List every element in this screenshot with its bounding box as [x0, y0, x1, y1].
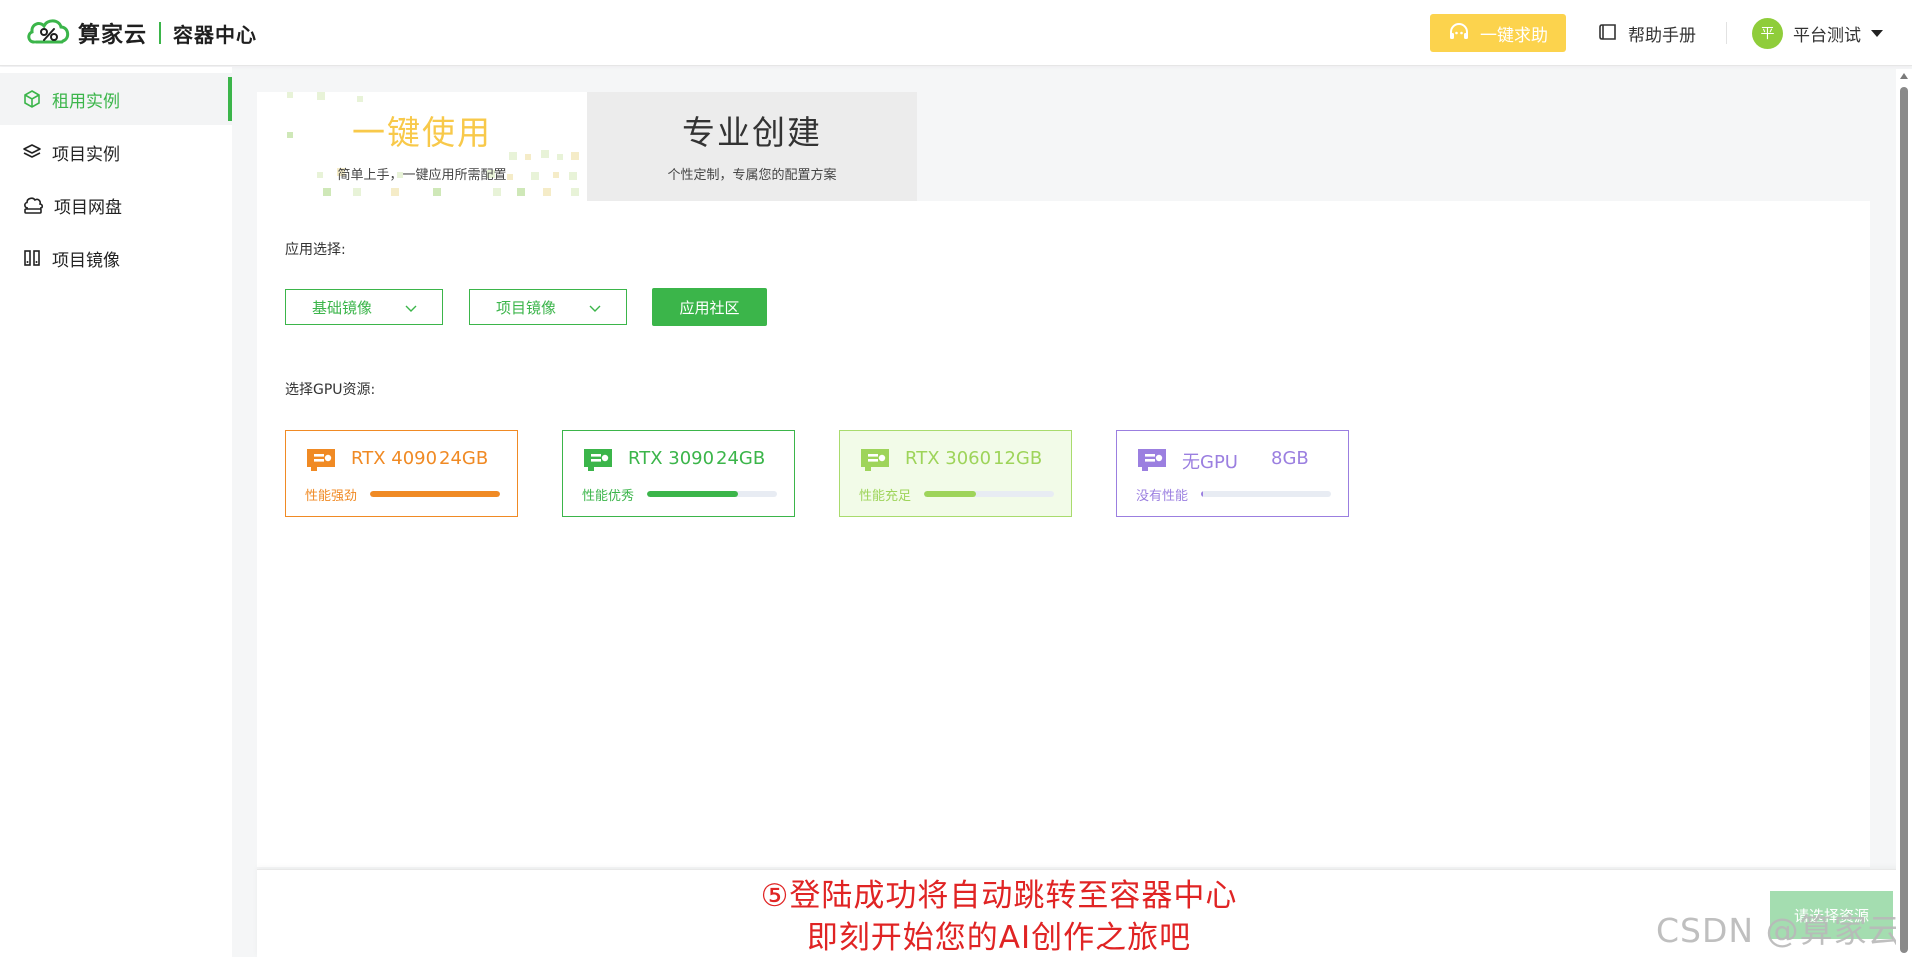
gpu-chip-icon [307, 449, 335, 471]
gpu-name: RTX 3090 [628, 448, 715, 469]
gpu-chip-icon [861, 449, 889, 471]
sidebar-item-label: 项目网盘 [54, 197, 122, 218]
brand-name: 算家云 [78, 23, 148, 48]
gpu-performance-bar [647, 491, 777, 497]
gpu-performance-label: 性能充足 [859, 489, 912, 504]
base-image-select[interactable]: 基础镜像 [285, 289, 443, 325]
sidebar-item-label: 租用实例 [52, 91, 120, 112]
sidebar-item-project-drive[interactable]: 项目网盘 [0, 179, 232, 231]
app-community-button[interactable]: 应用社区 [652, 288, 767, 326]
caption-line-2: 即刻开始您的AI创作之旅吧 [806, 920, 1192, 956]
header-divider [1726, 22, 1727, 44]
tab-description: 个性定制，专属您的配置方案 [667, 168, 837, 183]
gpu-performance-label: 没有性能 [1136, 489, 1189, 504]
gpu-performance-fill [370, 491, 500, 497]
sidebar-item-project-image[interactable]: 项目镜像 [0, 232, 232, 284]
gpu-performance-bar [1201, 491, 1331, 497]
chevron-down-icon [405, 305, 417, 312]
brand-logo-icon [27, 19, 70, 44]
gpu-memory: 24GB [716, 448, 766, 469]
brand[interactable]: 算家云 容器中心 [26, 14, 257, 52]
sidebar-item-label: 项目镜像 [52, 250, 120, 271]
tab-title: 一键使用 [352, 113, 492, 152]
sidebar-item-project-instance[interactable]: 项目实例 [0, 126, 232, 178]
book-icon [1599, 24, 1616, 40]
tab-pro-create[interactable]: 专业创建 个性定制，专属您的配置方案 [587, 92, 917, 201]
app-select-label: 应用选择: [285, 242, 346, 258]
gpu-performance-bar [924, 491, 1054, 497]
gpu-memory: 24GB [439, 448, 489, 469]
caret-down-icon [1871, 29, 1883, 37]
gpu-chip-icon [584, 449, 612, 471]
help-button-label: 一键求助 [1480, 25, 1548, 46]
tab-title: 专业创建 [682, 113, 822, 152]
gpu-chip-icon [1138, 449, 1166, 471]
help-manual-link[interactable]: 帮助手册 [1598, 20, 1696, 46]
tab-description: 简单上手，一键应用所需配置 [337, 168, 507, 183]
gpu-name: RTX 4090 [351, 448, 438, 469]
project-image-select[interactable]: 项目镜像 [469, 289, 627, 325]
cloud-drive-icon [24, 197, 44, 214]
gpu-performance-bar [370, 491, 500, 497]
image-mirror-icon [24, 250, 40, 266]
sidebar: 租用实例 项目实例 项目网盘 项目镜像 [0, 67, 232, 957]
tab-one-click-use[interactable]: 一键使用 简单上手，一键应用所需配置 [257, 92, 587, 201]
gpu-card[interactable]: RTX 4090 24GB 性能强劲 [285, 430, 518, 517]
gpu-name: 无GPU [1182, 452, 1238, 473]
scrollbar[interactable] [1896, 69, 1912, 957]
gpu-select-label: 选择GPU资源: [285, 382, 376, 398]
sidebar-item-rent-instance[interactable]: 租用实例 [0, 73, 232, 125]
brand-divider [159, 22, 162, 44]
gpu-performance-label: 性能强劲 [305, 489, 358, 504]
gpu-performance-fill [924, 491, 976, 497]
gpu-performance-fill [647, 491, 738, 497]
chevron-down-icon [589, 305, 601, 312]
select-value: 项目镜像 [496, 298, 557, 317]
user-menu[interactable]: 平 平台测试 [1752, 17, 1883, 49]
scroll-up-icon[interactable] [1900, 73, 1908, 79]
gpu-name: RTX 3060 [905, 448, 992, 469]
gpu-performance-fill [1201, 491, 1203, 497]
gpu-card[interactable]: RTX 3090 24GB 性能优秀 [562, 430, 795, 517]
user-name: 平台测试 [1793, 25, 1861, 46]
brand-subtitle: 容器中心 [173, 22, 258, 47]
select-value: 基础镜像 [312, 298, 373, 317]
layers-icon [23, 144, 41, 158]
gpu-card[interactable]: 无GPU 8GB 没有性能 [1116, 430, 1349, 517]
gpu-card[interactable]: RTX 3060 12GB 性能充足 [839, 430, 1072, 517]
top-header: 算家云 容器中心 一键求助 帮助手册 平 平台测试 [0, 0, 1912, 66]
scroll-thumb[interactable] [1900, 87, 1908, 953]
cube-icon [24, 90, 40, 108]
gpu-memory: 12GB [993, 448, 1043, 469]
manual-label: 帮助手册 [1628, 25, 1696, 46]
one-click-help-button[interactable]: 一键求助 [1430, 14, 1566, 52]
watermark: CSDN @算家云 [1656, 911, 1902, 950]
avatar: 平 [1752, 17, 1783, 49]
caption-line-1: ⑤登陆成功将自动跳转至容器中心 [760, 878, 1238, 914]
sidebar-item-label: 项目实例 [52, 144, 120, 165]
gpu-performance-label: 性能优秀 [582, 489, 635, 504]
gpu-memory: 8GB [1271, 448, 1309, 469]
headset-icon [1450, 23, 1468, 39]
